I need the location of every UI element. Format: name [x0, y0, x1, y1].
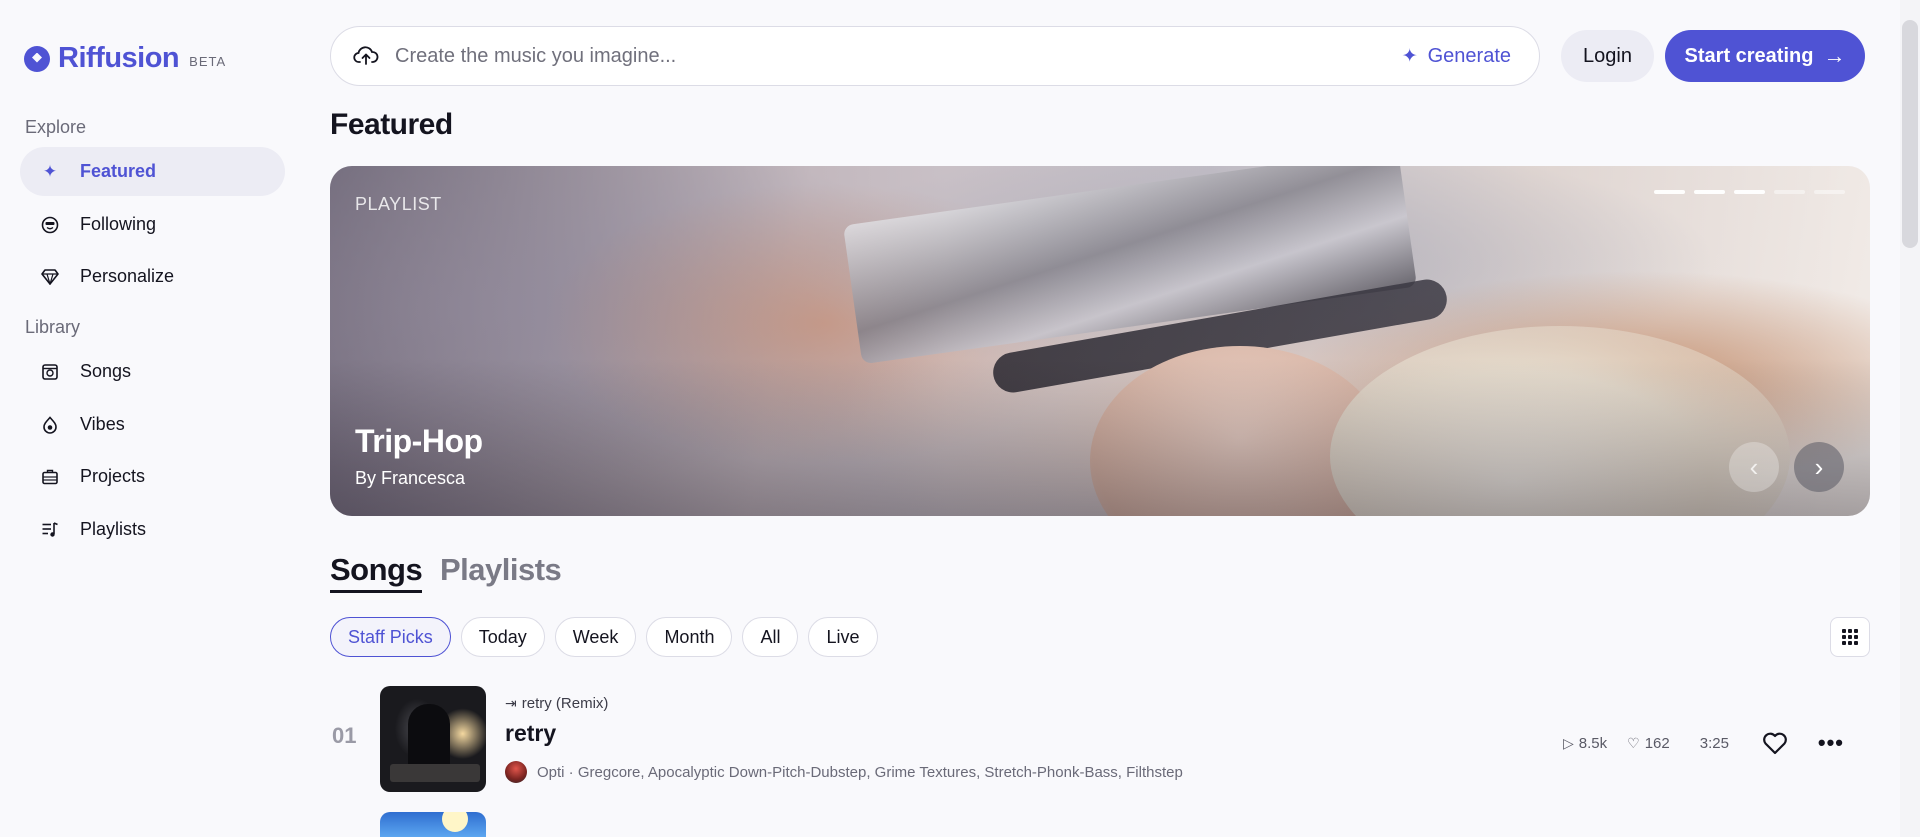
hero-kicker: PLAYLIST: [355, 194, 442, 214]
diamond-icon: [40, 267, 60, 287]
start-creating-button[interactable]: Start creating →: [1665, 30, 1865, 82]
explore-heading: Explore: [25, 117, 87, 137]
sidebar-item-label: Vibes: [80, 414, 125, 434]
sidebar-item-playlists[interactable]: Playlists: [20, 505, 285, 554]
more-icon: •••: [1817, 730, 1844, 755]
brand-logo[interactable]: Riffusion BETA: [24, 42, 226, 75]
generate-label: Generate: [1427, 44, 1511, 67]
filter-live[interactable]: Live: [808, 617, 878, 657]
sidebar-item-label: Personalize: [80, 266, 175, 286]
vibe-drop-icon: [40, 415, 60, 435]
filter-all[interactable]: All: [742, 617, 799, 657]
song-tags: Gregcore, Apocalyptic Down-Pitch-Dubstep…: [577, 763, 1183, 781]
sidebar-item-label: Playlists: [80, 519, 147, 539]
sidebar-item-featured[interactable]: ✦ Featured: [20, 147, 285, 196]
riffusion-logo-icon: [24, 45, 50, 72]
sidebar-item-label: Songs: [80, 361, 132, 381]
sidebar: Riffusion BETA Explore ✦ Featured Follow…: [0, 0, 300, 837]
sidebar-item-label: Featured: [80, 161, 157, 181]
song-title[interactable]: retry: [505, 720, 556, 747]
sidebar-item-label: Projects: [80, 466, 146, 486]
grid-view-toggle[interactable]: [1830, 617, 1870, 657]
play-count-value: 8.5k: [1578, 734, 1608, 752]
tab-songs[interactable]: Songs: [330, 552, 423, 593]
hero-overlay: [330, 166, 1870, 516]
remix-source-link[interactable]: ⇥ retry (Remix): [505, 695, 608, 712]
carousel-dot[interactable]: [1774, 190, 1805, 194]
song-rank: 01: [332, 723, 357, 748]
song-duration: 3:25: [1699, 734, 1729, 752]
song-stats: ▷ 8.5k ♡ 162 3:25 •••: [1563, 729, 1845, 757]
heart-outline-icon: ♡: [1627, 734, 1640, 751]
sidebar-item-following[interactable]: Following: [20, 200, 285, 249]
song-cover-image[interactable]: [380, 686, 486, 792]
like-button[interactable]: [1761, 729, 1789, 757]
sparkle-icon: ✦: [1401, 45, 1418, 67]
music-box-icon: [40, 362, 60, 382]
sidebar-item-label: Following: [80, 214, 157, 234]
tab-playlists[interactable]: Playlists: [440, 552, 562, 588]
start-creating-label: Start creating: [1684, 44, 1814, 67]
brand-name: Riffusion: [58, 42, 180, 74]
cover-desk: [390, 764, 480, 782]
page-title: Featured: [330, 108, 453, 141]
prompt-bar: ✦ Generate: [330, 26, 1540, 86]
generate-button[interactable]: ✦ Generate: [1402, 45, 1511, 68]
like-count-value: 162: [1644, 734, 1670, 752]
smiley-icon: [40, 215, 60, 235]
heart-icon: [1763, 732, 1787, 755]
scrollbar-thumb[interactable]: [1902, 20, 1918, 248]
filter-today[interactable]: Today: [460, 617, 545, 657]
folder-case-icon: [40, 467, 60, 487]
song-meta: Opti · Gregcore, Apocalyptic Down-Pitch-…: [505, 761, 1183, 783]
sparkle-icon: ✦: [42, 161, 58, 181]
chevron-right-icon: ›: [1814, 451, 1824, 482]
filter-month[interactable]: Month: [646, 617, 733, 657]
cloud-upload-icon[interactable]: [353, 43, 379, 69]
meta-separator: ·: [564, 763, 578, 781]
carousel-dot[interactable]: [1734, 190, 1765, 194]
filter-staff-picks[interactable]: Staff Picks: [330, 617, 451, 657]
remix-icon: ⇥: [505, 695, 517, 711]
remix-source-label: retry (Remix): [521, 695, 609, 712]
cover-sun: [442, 812, 468, 832]
sidebar-item-songs[interactable]: Songs: [20, 347, 285, 396]
like-count: ♡ 162: [1627, 735, 1670, 752]
sidebar-item-vibes[interactable]: Vibes: [20, 400, 285, 449]
hero-byline[interactable]: By Francesca: [355, 468, 465, 489]
filter-chips: Staff Picks Today Week Month All Live: [330, 617, 878, 657]
carousel-indicators: [1654, 190, 1845, 194]
playlist-icon: [40, 520, 60, 540]
grid-icon: [1842, 629, 1858, 645]
prompt-input[interactable]: [395, 44, 1402, 68]
carousel-prev-button[interactable]: ‹: [1729, 442, 1779, 492]
play-count: ▷ 8.5k: [1563, 735, 1607, 752]
play-icon: ▷: [1563, 734, 1574, 751]
chevron-left-icon: ‹: [1749, 451, 1759, 482]
featured-hero-banner[interactable]: PLAYLIST Trip-Hop By Francesca ‹ ›: [330, 166, 1870, 516]
arrow-right-icon: →: [1823, 43, 1846, 68]
library-heading: Library: [25, 317, 81, 337]
carousel-dot[interactable]: [1814, 190, 1845, 194]
more-options-button[interactable]: •••: [1817, 729, 1845, 757]
hero-title[interactable]: Trip-Hop: [355, 423, 483, 460]
login-button[interactable]: Login: [1561, 30, 1654, 82]
beta-badge: BETA: [189, 54, 227, 69]
carousel-dot[interactable]: [1694, 190, 1725, 194]
artist-avatar[interactable]: [505, 761, 527, 783]
carousel-dot[interactable]: [1654, 190, 1685, 194]
next-song-cover-image[interactable]: [380, 812, 486, 837]
sidebar-item-personalize[interactable]: Personalize: [20, 252, 285, 301]
sidebar-item-projects[interactable]: Projects: [20, 452, 285, 501]
song-row[interactable]: 01 ⇥ retry (Remix) retry Opti · Gregcore…: [330, 685, 1870, 795]
filter-week[interactable]: Week: [554, 617, 637, 657]
artist-name[interactable]: Opti: [537, 764, 565, 781]
carousel-next-button[interactable]: ›: [1794, 442, 1844, 492]
